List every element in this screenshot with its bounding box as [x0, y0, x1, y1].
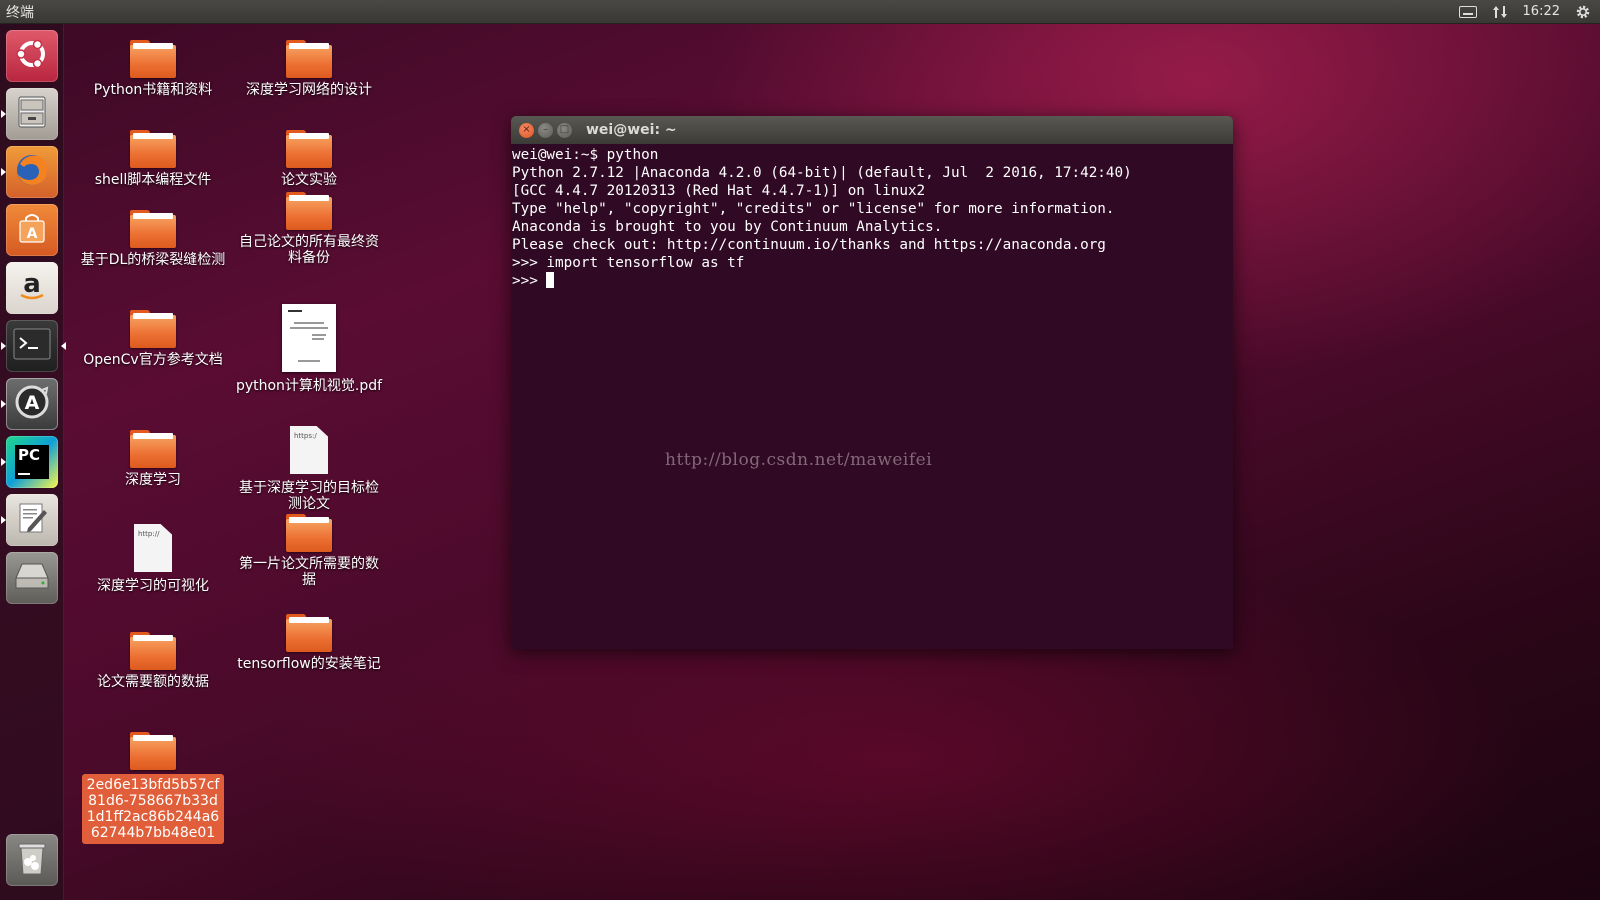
active-app-title: 终端 — [6, 4, 34, 21]
desktop-item-label: 论文需要额的数据 — [97, 674, 209, 690]
pycharm-icon: PC — [15, 445, 49, 479]
folder-icon — [130, 632, 176, 670]
trash-icon — [14, 838, 50, 882]
desktop-folder[interactable]: Python书籍和资料 — [78, 40, 228, 98]
desktop-item-label: 基于深度学习的目标检测论文 — [239, 480, 379, 512]
files-launcher-button[interactable] — [1, 88, 58, 140]
pdf-thumbnail-icon — [282, 304, 336, 372]
firefox-icon — [12, 150, 52, 194]
updater-icon: A — [12, 382, 52, 426]
folder-icon — [286, 40, 332, 78]
indicator-area: 16:22 — [1458, 3, 1600, 21]
clock[interactable]: 16:22 — [1523, 4, 1560, 19]
svg-text:A: A — [27, 226, 38, 242]
file-cabinet-icon — [13, 93, 51, 135]
desktop-item-label: 论文实验 — [281, 172, 337, 188]
desktop-folder[interactable]: 深度学习 — [78, 430, 228, 488]
folder-icon — [130, 210, 176, 248]
launcher: A a A PC — [0, 24, 66, 900]
folder-icon — [130, 130, 176, 168]
desktop-item-label: 第一片论文所需要的数据 — [239, 556, 379, 588]
terminal-icon — [12, 326, 52, 366]
software-updater-button[interactable]: A — [1, 378, 58, 430]
desktop-folder[interactable]: 自己论文的所有最终资料备份 — [234, 192, 384, 266]
close-button[interactable]: × — [519, 122, 534, 138]
top-panel: 终端 16:22 — [0, 0, 1600, 24]
desktop-item-label: shell脚本编程文件 — [94, 172, 212, 188]
desktop-item-label: 深度学习的可视化 — [97, 578, 209, 594]
terminal-window[interactable]: × – □ wei@wei: ~ wei@wei:~$ python Python… — [511, 116, 1233, 649]
shopping-bag-icon: A — [14, 210, 50, 250]
terminal-title: wei@wei: ~ — [586, 122, 677, 138]
desktop-item-label: 深度学习网络的设计 — [246, 82, 372, 98]
desktop-folder[interactable]: OpenCv官方参考文档 — [78, 310, 228, 368]
amazon-launcher-button[interactable]: a — [6, 262, 58, 314]
terminal-line: wei@wei:~$ python — [512, 147, 659, 163]
watermark-text: http://blog.csdn.net/maweifei — [665, 450, 933, 470]
desktop-item-label: 2ed6e13bfd5b57cf81d6-758667b33d1d1ff2ac8… — [82, 774, 224, 844]
desktop-folder[interactable]: 论文需要额的数据 — [78, 632, 228, 690]
terminal-line: Anaconda is brought to you by Continuum … — [512, 219, 943, 235]
desktop-folder[interactable]: tensorflow的安装笔记 — [234, 614, 384, 672]
minimize-button[interactable]: – — [538, 122, 553, 138]
document-icon: http:// — [134, 524, 172, 572]
disk-drive-icon — [12, 558, 52, 598]
desktop-document[interactable]: http:// 深度学习的可视化 — [78, 524, 228, 594]
folder-icon — [286, 614, 332, 652]
dash-home-button[interactable] — [6, 30, 58, 82]
folder-icon — [130, 40, 176, 78]
terminal-launcher-button[interactable] — [1, 320, 66, 372]
desktop-item-label: Python书籍和资料 — [93, 82, 213, 98]
svg-text:A: A — [25, 392, 40, 414]
trash-launcher-button[interactable] — [6, 834, 58, 886]
maximize-button[interactable]: □ — [557, 122, 572, 138]
terminal-line: Please check out: http://continuum.io/th… — [512, 237, 1106, 253]
desktop-folder[interactable]: shell脚本编程文件 — [78, 130, 228, 188]
terminal-line: >>> import tensorflow as tf — [512, 255, 745, 271]
desktop-pdf[interactable]: python计算机视觉.pdf — [234, 304, 384, 394]
ubuntu-logo-icon — [13, 35, 51, 77]
desktop-item-label: python计算机视觉.pdf — [235, 378, 383, 394]
folder-icon — [130, 430, 176, 468]
text-editor-launcher-button[interactable] — [1, 494, 58, 546]
svg-text:a: a — [23, 269, 41, 299]
desktop-item-label: OpenCv官方参考文档 — [83, 352, 223, 368]
desktop-item-label: tensorflow的安装笔记 — [237, 656, 381, 672]
desktop-document[interactable]: https:/ 基于深度学习的目标检测论文 — [234, 426, 384, 512]
gear-icon[interactable] — [1574, 3, 1592, 21]
desktop-folder[interactable]: 论文实验 — [234, 130, 384, 188]
software-center-button[interactable]: A — [6, 204, 58, 256]
desktop-folder-selected[interactable]: 2ed6e13bfd5b57cf81d6-758667b33d1d1ff2ac8… — [78, 732, 228, 844]
desktop-item-label: 自己论文的所有最终资料备份 — [239, 234, 379, 266]
terminal-titlebar[interactable]: × – □ wei@wei: ~ — [511, 116, 1233, 144]
folder-icon — [286, 130, 332, 168]
network-updown-icon[interactable] — [1491, 3, 1509, 21]
folder-icon — [286, 192, 332, 230]
terminal-line: Python 2.7.12 |Anaconda 4.2.0 (64-bit)| … — [512, 165, 1132, 181]
firefox-launcher-button[interactable] — [1, 146, 58, 198]
desktop-item-label: 深度学习 — [125, 472, 181, 488]
folder-icon — [130, 310, 176, 348]
terminal-line: Type "help", "copyright", "credits" or "… — [512, 201, 1115, 217]
folder-icon — [130, 732, 176, 770]
document-icon: https:/ — [290, 426, 328, 474]
terminal-output[interactable]: wei@wei:~$ python Python 2.7.12 |Anaconda… — [511, 144, 1233, 292]
text-editor-icon — [14, 500, 50, 540]
folder-icon — [286, 514, 332, 552]
desktop-folder[interactable]: 基于DL的桥梁裂缝检测 — [78, 210, 228, 268]
keyboard-icon[interactable] — [1458, 3, 1477, 21]
terminal-prompt-line[interactable]: >>> — [512, 272, 1232, 290]
desktop-item-label: 基于DL的桥梁裂缝检测 — [80, 252, 226, 268]
text-cursor — [546, 272, 555, 288]
terminal-line: [GCC 4.4.7 20120313 (Red Hat 4.4.7-1)] o… — [512, 183, 926, 199]
terminal-prompt: >>> — [512, 273, 547, 289]
amazon-icon: a — [14, 268, 50, 308]
pycharm-launcher-button[interactable]: PC — [1, 436, 58, 488]
disk-launcher-button[interactable] — [6, 552, 58, 604]
desktop-folder[interactable]: 深度学习网络的设计 — [234, 40, 384, 98]
desktop-folder[interactable]: 第一片论文所需要的数据 — [234, 514, 384, 588]
